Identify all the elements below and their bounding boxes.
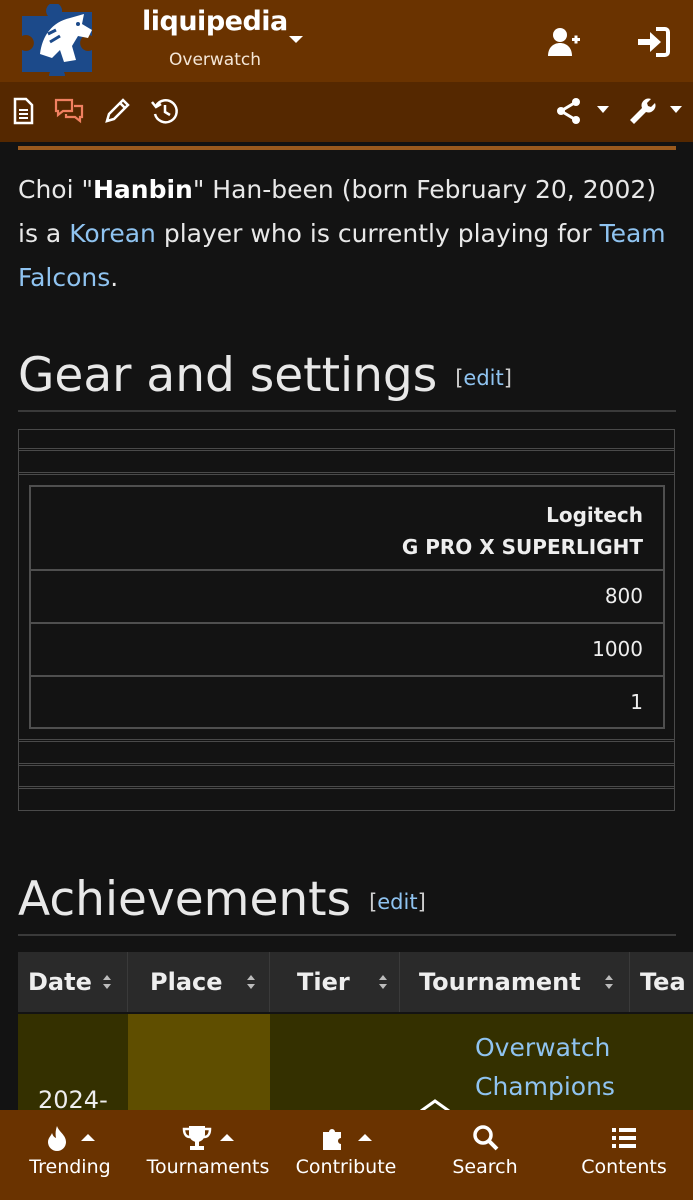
sort-icon [379,975,387,989]
edit-section: [edit] [369,890,426,914]
edit-pencil-icon[interactable] [102,96,132,126]
table-row: 1 [630,690,643,714]
nav-label: Trending [29,1156,111,1178]
wrench-icon[interactable] [626,96,656,126]
page-icon[interactable] [8,96,38,126]
discussion-icon[interactable] [54,96,84,126]
fire-icon [48,1126,66,1151]
column-label: Tier [297,968,350,996]
nav-contribute[interactable]: Contribute [290,1110,402,1200]
table-divider [19,448,674,449]
date-text: 2024- [38,1086,108,1112]
table-divider [19,450,674,451]
mouse-settings-table: Logitech G PRO X SUPERLIGHT 800 1000 1 [29,485,665,729]
column-label: Tournament [419,968,581,996]
mouse-brand: Logitech [546,503,643,527]
liquipedia-logo-icon[interactable] [12,4,108,76]
table-divider [19,765,674,766]
intro-paragraph: Choi "Hanbin" Han-been (born February 20… [18,168,678,300]
sign-in-icon[interactable] [634,24,670,60]
table-divider [19,474,674,475]
article-content: Choi "Hanbin" Han-been (born February 20… [18,142,693,1112]
column-header-date[interactable]: Date [18,952,128,1012]
intro-text: . [110,263,119,292]
table-divider [19,788,674,789]
edit-section: [edit] [455,366,512,390]
nav-label: Contribute [295,1156,397,1178]
nationality-link[interactable]: Korean [69,219,156,248]
player-nickname: Hanbin [93,175,193,204]
column-header-tier[interactable]: Tier [270,952,400,1012]
intro-text: player who is currently playing for [155,219,600,248]
column-header-tournament[interactable]: Tournament [400,952,630,1012]
chevron-up-icon [81,1134,95,1141]
column-label: Place [150,968,223,996]
table-row: 800 [31,571,663,624]
puzzle-icon [323,1129,341,1150]
nav-label: Contents [581,1156,667,1178]
mouse-header-cell: Logitech G PRO X SUPERLIGHT [31,487,663,571]
gear-heading: Gear and settings [edit] [18,348,676,412]
sort-icon [247,975,255,989]
edit-link[interactable]: edit [463,366,503,390]
section-title: Achievements [18,872,352,927]
tournament-name-line: Champions [475,1072,615,1101]
place-cell [128,1014,270,1112]
wiki-name: Overwatch [169,50,261,70]
sort-icon [103,975,111,989]
section-title: Gear and settings [18,348,438,403]
search-icon [473,1125,499,1151]
chevron-down-icon [289,36,303,43]
table-divider [19,739,674,740]
wiki-selector[interactable]: liquipedia Overwatch [142,6,322,70]
nav-label: Tournaments [146,1156,270,1178]
share-icon[interactable] [554,96,584,126]
column-label: Tea [640,968,686,996]
page-toolbar [0,82,693,142]
list-icon [612,1128,636,1148]
nav-trending[interactable]: Trending [18,1110,122,1200]
brand-name: liquipedia [142,6,288,37]
column-header-team[interactable]: Tea [630,952,693,1012]
bottom-navigation: Trending Tournaments Contribute Search C… [0,1110,693,1200]
edit-bracket: ] [503,366,512,390]
history-icon[interactable] [150,96,180,126]
tournament-cell: Overwatch Champions [270,1014,693,1112]
share-chevron-down-icon[interactable] [597,106,609,113]
sort-icon [605,975,613,989]
table-divider [19,763,674,764]
trophy-icon [182,1126,212,1150]
tournament-name-line: Overwatch [475,1033,611,1062]
date-cell: 2024- [18,1014,128,1112]
column-label: Date [28,968,92,996]
mouse-model: G PRO X SUPERLIGHT [401,535,643,559]
top-header: liquipedia Overwatch [0,0,693,82]
tools-chevron-down-icon[interactable] [670,106,682,113]
table-row: 1000 [31,624,663,677]
achievements-heading: Achievements [edit] [18,872,676,936]
chevron-up-icon [220,1134,234,1141]
nav-search[interactable]: Search [438,1110,532,1200]
table-divider [19,786,674,787]
table-divider [19,472,674,473]
table-divider [19,741,674,742]
gear-settings-table: Logitech G PRO X SUPERLIGHT 800 1000 1 [18,429,675,811]
intro-text: Choi " [18,175,93,204]
nav-contents[interactable]: Contents [572,1110,676,1200]
edit-link[interactable]: edit [377,890,417,914]
edit-bracket: ] [417,890,426,914]
add-user-icon[interactable] [546,24,582,60]
tournament-link[interactable]: Overwatch Champions [475,1028,615,1106]
achievements-table: Date Place Tier Tournament Tea 2024- Ove… [18,952,693,1112]
infobox-bottom-rule [18,146,676,150]
nav-tournaments[interactable]: Tournaments [140,1110,276,1200]
chevron-up-icon [358,1134,372,1141]
column-header-place[interactable]: Place [128,952,270,1012]
nav-label: Search [452,1156,518,1178]
